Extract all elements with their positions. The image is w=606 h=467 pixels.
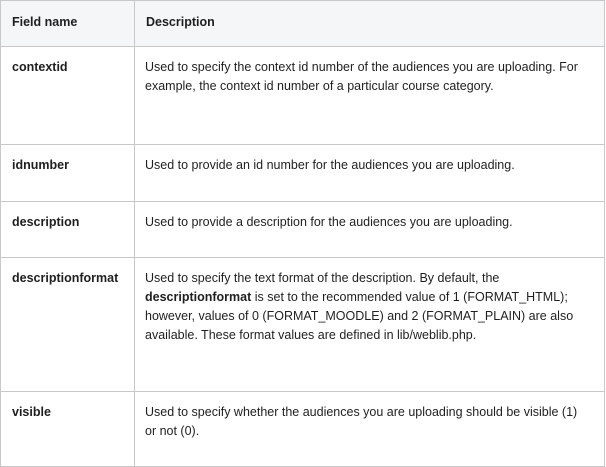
description-text: Used to specify whether the audiences yo… (145, 405, 578, 438)
description-text: Used to specify the context id number of… (145, 60, 578, 93)
description-bold-term: descriptionformat (145, 290, 252, 304)
description-cell: Used to specify whether the audiences yo… (134, 391, 605, 467)
table-row: description Used to provide a descriptio… (0, 201, 605, 258)
field-name-cell: idnumber (0, 144, 135, 202)
table-row: visible Used to specify whether the audi… (0, 391, 605, 467)
description-text: Used to provide a description for the au… (145, 215, 513, 229)
description-text: Used to provide an id number for the aud… (145, 158, 515, 172)
header-row: Field name Description (0, 0, 605, 47)
table-row: contextid Used to specify the context id… (0, 46, 605, 145)
header-description: Description (134, 0, 605, 47)
description-cell: Used to specify the context id number of… (134, 46, 605, 145)
description-cell: Used to specify the text format of the d… (134, 257, 605, 392)
fields-table: Field name Description contextid Used to… (0, 0, 605, 467)
header-field-name: Field name (0, 0, 135, 47)
table-row: idnumber Used to provide an id number fo… (0, 144, 605, 202)
description-cell: Used to provide an id number for the aud… (134, 144, 605, 202)
field-name-cell: descriptionformat (0, 257, 135, 392)
field-name-cell: visible (0, 391, 135, 467)
table-row: descriptionformat Used to specify the te… (0, 257, 605, 392)
field-name-cell: contextid (0, 46, 135, 145)
description-text: Used to specify the text format of the d… (145, 271, 500, 285)
field-name-cell: description (0, 201, 135, 258)
description-cell: Used to provide a description for the au… (134, 201, 605, 258)
